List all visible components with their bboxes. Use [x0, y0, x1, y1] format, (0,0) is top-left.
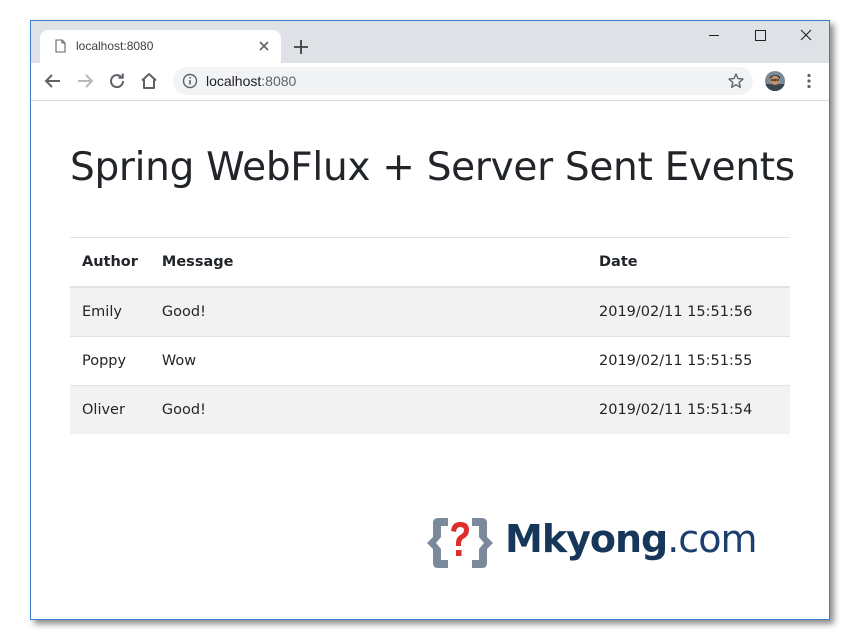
url-text[interactable]: localhost:8080 — [206, 73, 296, 89]
page-title: Spring WebFlux + Server Sent Events — [70, 145, 795, 190]
column-header-date: Date — [587, 237, 790, 288]
browser-tab[interactable]: localhost:8080 — [40, 30, 281, 63]
cell-author: Emily — [70, 286, 150, 337]
arrow-right-icon — [78, 74, 94, 88]
logo-brand-text: Mkyong — [505, 517, 668, 561]
close-icon — [259, 41, 269, 51]
cell-message: Good! — [149, 385, 587, 434]
cell-author: Poppy — [70, 336, 150, 386]
browser-menu-button[interactable] — [799, 71, 819, 91]
cell-date: 2019/02/11 15:51:55 — [587, 336, 790, 386]
cell-author: Oliver — [70, 385, 150, 434]
question-mark-bracket-icon — [427, 518, 493, 568]
mkyong-logo: Mkyong.com — [426, 513, 757, 573]
table-row: Oliver Good! 2019/02/11 15:51:54 — [70, 385, 790, 434]
minimize-button[interactable] — [691, 21, 737, 49]
maximize-button[interactable] — [737, 21, 783, 49]
page-icon — [55, 39, 66, 53]
avatar-icon — [765, 71, 785, 91]
table-row: Poppy Wow 2019/02/11 15:51:55 — [70, 336, 790, 386]
browser-toolbar: localhost:8080 — [31, 63, 829, 101]
close-tab-button[interactable] — [256, 38, 272, 54]
page-content: Spring WebFlux + Server Sent Events Auth… — [31, 101, 829, 619]
logo-tld-text: .com — [667, 517, 757, 561]
tab-title: localhost:8080 — [76, 39, 154, 53]
star-icon[interactable] — [727, 72, 745, 90]
home-button[interactable] — [137, 69, 161, 93]
home-icon — [141, 73, 157, 89]
vertical-dots-icon — [807, 73, 811, 89]
profile-avatar[interactable] — [765, 71, 785, 91]
table-row: Emily Good! 2019/02/11 15:51:56 — [70, 286, 790, 337]
maximize-icon — [755, 30, 766, 41]
info-icon[interactable] — [182, 73, 198, 89]
reload-button[interactable] — [105, 69, 129, 93]
reload-icon — [110, 73, 125, 89]
arrow-left-icon — [44, 74, 60, 88]
new-tab-button[interactable] — [289, 35, 313, 59]
column-header-message: Message — [149, 237, 587, 288]
cell-date: 2019/02/11 15:51:56 — [587, 286, 790, 337]
plus-icon — [294, 40, 308, 54]
url-port: :8080 — [261, 73, 297, 89]
logo-wordmark: Mkyong.com — [505, 514, 757, 564]
cell-date: 2019/02/11 15:51:54 — [587, 385, 790, 434]
address-bar[interactable]: localhost:8080 — [173, 67, 753, 95]
close-window-button[interactable] — [783, 21, 829, 49]
cell-message: Good! — [149, 286, 587, 337]
url-host: localhost — [206, 73, 262, 89]
minimize-icon — [709, 35, 719, 36]
forward-button[interactable] — [73, 69, 97, 93]
close-icon — [800, 29, 812, 41]
events-table: Author Message Date Emily Good! 2019/02/… — [70, 237, 790, 434]
cell-message: Wow — [149, 336, 587, 386]
column-header-author: Author — [70, 237, 150, 288]
table-header-row: Author Message Date — [70, 237, 790, 288]
title-bar: localhost:8080 — [31, 21, 829, 63]
browser-window: localhost:8080 localhost:8080 Spring Web… — [30, 20, 830, 620]
back-button[interactable] — [41, 69, 65, 93]
